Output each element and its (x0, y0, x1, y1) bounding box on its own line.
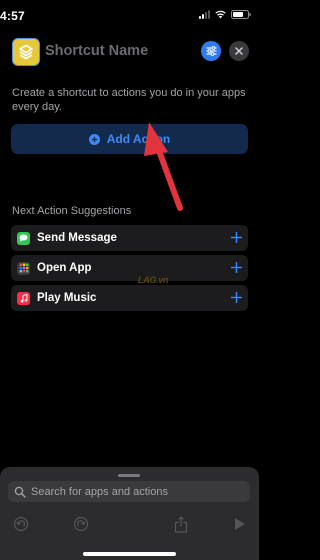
battery-icon (231, 10, 251, 19)
redo-button[interactable] (72, 515, 90, 533)
suggestion-list: Send Message Open App Play Music (11, 225, 248, 311)
sliders-icon (206, 46, 216, 56)
add-icon[interactable] (230, 261, 243, 274)
undo-icon (13, 516, 29, 532)
status-icons (199, 10, 251, 19)
close-button[interactable] (229, 41, 249, 61)
plus-circle-icon (88, 133, 100, 145)
search-input[interactable] (31, 485, 241, 498)
messages-icon (17, 231, 30, 245)
share-icon (174, 515, 188, 533)
shortcut-name-field[interactable]: Shortcut Name (45, 43, 148, 59)
bottom-sheet (0, 467, 259, 560)
redo-icon (73, 516, 89, 532)
watermark: LAG.vn (138, 275, 169, 285)
sheet-grabber[interactable] (118, 474, 140, 477)
app-grid-icon (17, 261, 30, 275)
suggestion-open-app[interactable]: Open App (11, 255, 248, 281)
settings-button[interactable] (201, 41, 221, 61)
editor-toolbar (0, 512, 259, 536)
suggestion-send-message[interactable]: Send Message (11, 225, 248, 251)
search-bar[interactable] (8, 481, 250, 502)
suggestion-play-music[interactable]: Play Music (11, 285, 248, 311)
add-icon[interactable] (230, 291, 243, 304)
status-bar: 4:57 (0, 0, 259, 34)
add-action-button[interactable]: Add Action (11, 124, 248, 154)
share-button[interactable] (172, 515, 190, 533)
home-indicator (83, 552, 176, 556)
suggestion-label: Open App (37, 262, 92, 274)
shortcut-icon-button[interactable] (12, 38, 40, 66)
play-icon (235, 518, 245, 530)
status-time: 4:57 (0, 9, 25, 23)
close-icon (235, 47, 243, 55)
search-icon (14, 486, 26, 498)
layers-icon (19, 44, 33, 60)
suggestion-label: Play Music (37, 292, 97, 304)
music-icon (17, 291, 30, 305)
suggestions-header: Next Action Suggestions (12, 205, 132, 217)
undo-button[interactable] (12, 515, 30, 533)
wifi-icon (215, 10, 226, 19)
run-button[interactable] (231, 515, 249, 533)
add-icon[interactable] (230, 231, 243, 244)
header: Shortcut Name (0, 34, 259, 70)
pointer-arrow-annotation (144, 122, 183, 211)
signal-icon (199, 10, 210, 19)
suggestion-label: Send Message (37, 232, 117, 244)
description-text: Create a shortcut to actions you do in y… (12, 87, 246, 113)
